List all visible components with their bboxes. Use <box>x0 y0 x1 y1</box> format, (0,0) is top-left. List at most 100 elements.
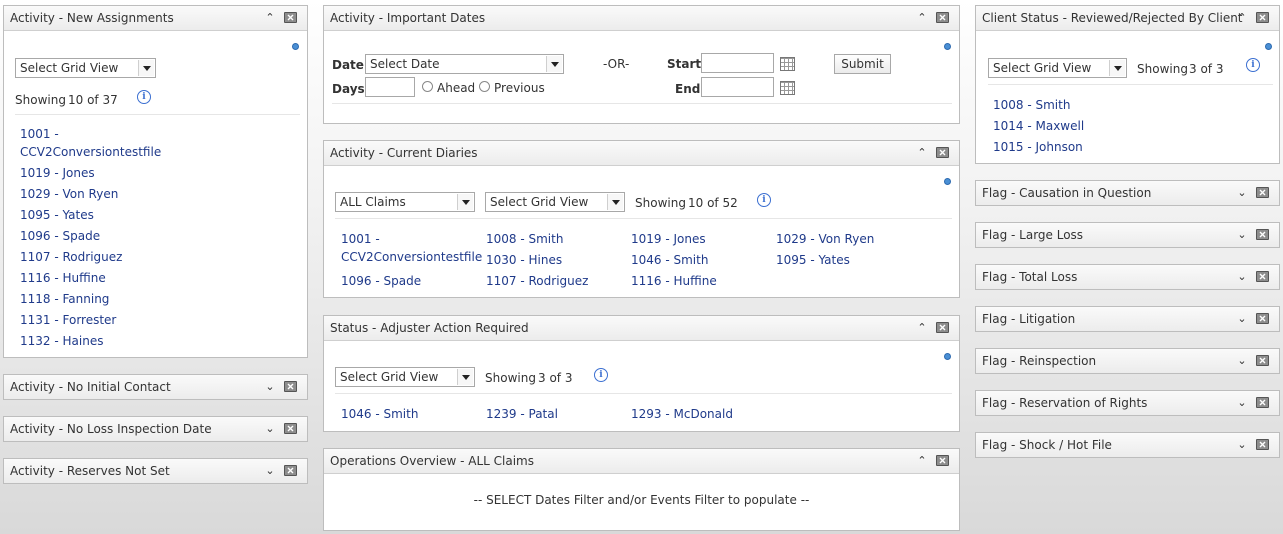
grid-view-select[interactable]: Select Grid View <box>335 367 475 387</box>
date-select[interactable]: Select Date <box>365 54 564 74</box>
close-icon[interactable] <box>284 423 297 434</box>
chevron-down-icon[interactable]: ⌄ <box>1236 355 1248 367</box>
settings-dot-icon[interactable] <box>1265 43 1272 50</box>
start-date-input[interactable] <box>701 53 774 73</box>
calendar-icon[interactable] <box>780 57 795 71</box>
chevron-down-icon[interactable]: ⌄ <box>1236 313 1248 325</box>
list-item[interactable]: 1019 - Jones <box>20 165 95 182</box>
grid-view-select[interactable]: Select Grid View <box>988 58 1127 78</box>
chevron-down-icon[interactable]: ⌄ <box>264 465 276 477</box>
info-icon[interactable]: i <box>1246 58 1260 72</box>
chevron-down-icon[interactable]: ⌄ <box>1236 439 1248 451</box>
settings-dot-icon[interactable] <box>292 43 299 50</box>
close-icon[interactable] <box>284 12 297 23</box>
list-item[interactable]: 1116 - Huffine <box>631 273 717 290</box>
info-icon[interactable]: i <box>594 368 608 382</box>
panel-new-assignments: Activity - New Assignments ⌃ Select Grid… <box>3 5 308 358</box>
panel-title: Flag - Total Loss <box>982 270 1078 284</box>
list-item[interactable]: 1008 - Smith <box>486 231 563 248</box>
close-icon[interactable] <box>284 465 297 476</box>
chevron-up-icon[interactable]: ⌃ <box>264 12 276 24</box>
close-icon[interactable] <box>936 322 949 333</box>
list-item[interactable]: 1095 - Yates <box>776 252 850 269</box>
calendar-icon[interactable] <box>780 81 795 95</box>
list-item[interactable]: 1293 - McDonald <box>631 406 733 423</box>
list-item[interactable]: 1118 - Fanning <box>20 291 109 308</box>
list-item[interactable]: 1116 - Huffine <box>20 270 106 287</box>
close-icon[interactable] <box>1256 439 1269 450</box>
close-icon[interactable] <box>936 455 949 466</box>
info-icon[interactable]: i <box>757 193 771 207</box>
list-item[interactable]: 1030 - Hines <box>486 252 562 269</box>
close-icon[interactable] <box>1256 397 1269 408</box>
list-item[interactable]: 1029 - Von Ryen <box>776 231 874 248</box>
claims-filter-select[interactable]: ALL Claims <box>335 192 475 212</box>
days-input[interactable] <box>365 77 415 97</box>
close-icon[interactable] <box>1256 187 1269 198</box>
close-icon[interactable] <box>1256 229 1269 240</box>
date-select-value: Select Date <box>370 57 440 71</box>
list-item[interactable]: 1014 - Maxwell <box>993 118 1084 135</box>
chevron-down-icon[interactable]: ⌄ <box>264 423 276 435</box>
list-item[interactable]: 1131 - Forrester <box>20 312 116 329</box>
panel-no-loss-inspection[interactable]: Activity - No Loss Inspection Date ⌄ <box>3 416 308 442</box>
list-item[interactable]: 1001 - <box>20 126 59 143</box>
chevron-up-icon[interactable]: ⌃ <box>916 455 928 467</box>
list-item[interactable]: 1008 - Smith <box>993 97 1070 114</box>
close-icon[interactable] <box>1256 12 1269 23</box>
panel-flag-causation[interactable]: Flag - Causation in Question ⌄ <box>975 180 1280 206</box>
chevron-up-icon[interactable]: ⌃ <box>1236 12 1248 24</box>
list-item[interactable]: 1107 - Rodriguez <box>20 249 122 266</box>
chevron-down-icon[interactable]: ⌄ <box>1236 229 1248 241</box>
close-icon[interactable] <box>284 381 297 392</box>
chevron-down-icon[interactable]: ⌄ <box>264 381 276 393</box>
close-icon[interactable] <box>1256 313 1269 324</box>
list-item[interactable]: 1107 - Rodriguez <box>486 273 588 290</box>
divider <box>988 84 1273 85</box>
grid-view-select[interactable]: Select Grid View <box>485 192 625 212</box>
list-item[interactable]: 1001 - <box>341 231 380 248</box>
chevron-down-icon[interactable]: ⌄ <box>1236 397 1248 409</box>
list-item[interactable]: 1046 - Smith <box>631 252 708 269</box>
panel-flag-litigation[interactable]: Flag - Litigation ⌄ <box>975 306 1280 332</box>
list-item[interactable]: 1239 - Patal <box>486 406 558 423</box>
list-item[interactable]: 1132 - Haines <box>20 333 103 350</box>
showing-count: 3 of 3 <box>1189 62 1224 76</box>
chevron-up-icon[interactable]: ⌃ <box>916 322 928 334</box>
showing-count: 3 of 3 <box>538 371 573 385</box>
chevron-down-icon[interactable]: ⌄ <box>1236 271 1248 283</box>
settings-dot-icon[interactable] <box>944 353 951 360</box>
close-icon[interactable] <box>936 147 949 158</box>
close-icon[interactable] <box>1256 355 1269 366</box>
list-item[interactable]: 1046 - Smith <box>341 406 418 423</box>
list-item[interactable]: 1015 - Johnson <box>993 139 1083 156</box>
info-icon[interactable]: i <box>137 90 151 104</box>
panel-flag-reinspection[interactable]: Flag - Reinspection ⌄ <box>975 348 1280 374</box>
list-item[interactable]: 1095 - Yates <box>20 207 94 224</box>
submit-button[interactable]: Submit <box>834 54 891 74</box>
panel-flag-shock-hot-file[interactable]: Flag - Shock / Hot File ⌄ <box>975 432 1280 458</box>
list-item[interactable]: CCV2Conversiontestfile <box>20 144 161 161</box>
settings-dot-icon[interactable] <box>944 43 951 50</box>
end-date-input[interactable] <box>701 77 774 97</box>
panel-flag-reservation-of-rights[interactable]: Flag - Reservation of Rights ⌄ <box>975 390 1280 416</box>
panel-flag-total-loss[interactable]: Flag - Total Loss ⌄ <box>975 264 1280 290</box>
list-item[interactable]: 1096 - Spade <box>341 273 421 290</box>
chevron-up-icon[interactable]: ⌃ <box>916 12 928 24</box>
list-item[interactable]: 1096 - Spade <box>20 228 100 245</box>
panel-reserves-not-set[interactable]: Activity - Reserves Not Set ⌄ <box>3 458 308 484</box>
close-icon[interactable] <box>1256 271 1269 282</box>
chevron-down-icon[interactable]: ⌄ <box>1236 187 1248 199</box>
ahead-radio[interactable] <box>422 81 433 92</box>
close-icon[interactable] <box>936 12 949 23</box>
grid-view-select[interactable]: Select Grid View <box>15 58 156 78</box>
panel-flag-large-loss[interactable]: Flag - Large Loss ⌄ <box>975 222 1280 248</box>
previous-radio[interactable] <box>479 81 490 92</box>
settings-dot-icon[interactable] <box>944 178 951 185</box>
chevron-up-icon[interactable]: ⌃ <box>916 147 928 159</box>
list-item[interactable]: 1019 - Jones <box>631 231 706 248</box>
list-item[interactable]: 1029 - Von Ryen <box>20 186 118 203</box>
panel-no-initial-contact[interactable]: Activity - No Initial Contact ⌄ <box>3 374 308 400</box>
list-item[interactable]: CCV2Conversiontestfile <box>341 249 482 266</box>
showing-label: Showing <box>1137 62 1188 76</box>
